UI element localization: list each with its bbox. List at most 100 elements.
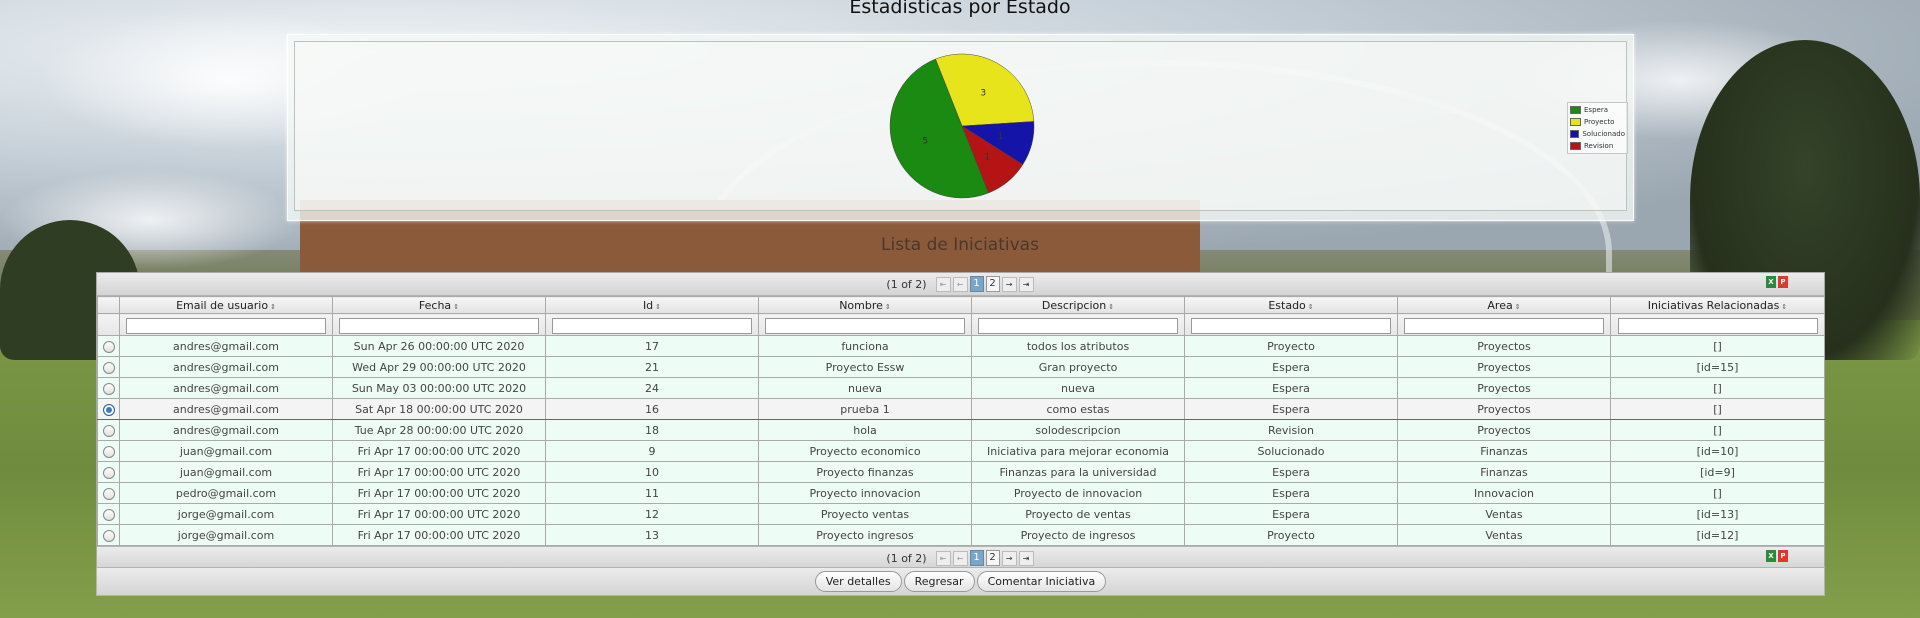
back-button[interactable]: Regresar — [903, 571, 975, 592]
row-radio-button[interactable] — [102, 382, 115, 395]
page-2-button[interactable]: 2 — [985, 550, 1000, 566]
legend-swatch — [1570, 130, 1580, 138]
last-page-button[interactable]: ⇥ — [1018, 550, 1034, 566]
table-cell: Sun Apr 26 00:00:00 UTC 2020 — [332, 335, 546, 357]
table-row[interactable]: pedro@gmail.com Fri Apr 17 00:00:00 UTC 2… — [97, 482, 1825, 504]
table-row[interactable]: jorge@gmail.com Fri Apr 17 00:00:00 UTC 2… — [97, 524, 1825, 546]
table-cell: Iniciativa para mejorar economia — [971, 440, 1185, 462]
table-cell: Proyectos — [1397, 356, 1611, 378]
row-radio-button[interactable] — [102, 340, 115, 353]
table-cell: Fri Apr 17 00:00:00 UTC 2020 — [332, 524, 546, 546]
row-select-cell — [97, 524, 120, 546]
column-header-label: Area — [1487, 298, 1513, 312]
legend-swatch — [1570, 118, 1581, 126]
column-filter-input[interactable] — [1617, 317, 1818, 334]
comment-initiative-button[interactable]: Comentar Iniciativa — [976, 571, 1107, 592]
excel-export-icon[interactable]: X — [1766, 276, 1776, 288]
table-cell: juan@gmail.com — [119, 461, 333, 483]
first-page-button[interactable]: ⇤ — [935, 276, 951, 292]
sort-icon[interactable]: ⇕ — [1108, 303, 1114, 311]
column-header[interactable]: Area ⇕ — [1397, 296, 1611, 314]
last-page-button[interactable]: ⇥ — [1018, 276, 1034, 292]
table-cell: [id=9] — [1610, 461, 1825, 483]
column-header[interactable]: Email de usuario ⇕ — [119, 296, 333, 314]
filter-cell — [1610, 313, 1825, 336]
table-cell: jorge@gmail.com — [119, 503, 333, 525]
column-filter-input[interactable] — [1191, 317, 1391, 334]
column-filter-input[interactable] — [978, 317, 1178, 334]
table-cell: Ventas — [1397, 503, 1611, 525]
table-row[interactable]: andres@gmail.com Sun Apr 26 00:00:00 UTC … — [97, 335, 1825, 357]
column-header[interactable]: Estado ⇕ — [1184, 296, 1398, 314]
legend-label: Proyecto — [1584, 118, 1615, 126]
table-cell: [] — [1610, 398, 1825, 420]
table-row[interactable]: jorge@gmail.com Fri Apr 17 00:00:00 UTC 2… — [97, 503, 1825, 525]
table-cell: andres@gmail.com — [119, 398, 333, 420]
next-page-button[interactable]: → — [1001, 550, 1017, 566]
table-cell: 18 — [545, 419, 759, 441]
page-title: Estadisticas por Estado — [849, 0, 1071, 18]
column-filter-input[interactable] — [339, 317, 539, 334]
table-cell: 21 — [545, 356, 759, 378]
row-radio-button[interactable] — [102, 424, 115, 437]
page-2-button[interactable]: 2 — [985, 276, 1000, 292]
row-radio-button[interactable] — [102, 361, 115, 374]
table-cell: [] — [1610, 377, 1825, 399]
column-filter-input[interactable] — [126, 317, 326, 334]
table-row[interactable]: andres@gmail.com Tue Apr 28 00:00:00 UTC … — [97, 419, 1825, 441]
column-filter-input[interactable] — [552, 317, 752, 334]
table-row[interactable]: andres@gmail.com Wed Apr 29 00:00:00 UTC … — [97, 356, 1825, 378]
pdf-export-icon[interactable]: P — [1778, 550, 1788, 562]
column-filter-input[interactable] — [1404, 317, 1604, 334]
legend-label: Espera — [1584, 106, 1608, 114]
pie-slice-label: 3 — [980, 89, 986, 99]
sort-icon[interactable]: ⇕ — [453, 303, 459, 311]
table-cell: Wed Apr 29 00:00:00 UTC 2020 — [332, 356, 546, 378]
sort-icon[interactable]: ⇕ — [270, 303, 276, 311]
prev-page-button[interactable]: ← — [952, 276, 968, 292]
sort-icon[interactable]: ⇕ — [885, 303, 891, 311]
first-page-button[interactable]: ⇤ — [935, 550, 951, 566]
table-cell: Espera — [1184, 461, 1398, 483]
column-header[interactable]: Descripcion ⇕ — [971, 296, 1185, 314]
row-radio-button[interactable] — [102, 403, 115, 416]
row-radio-button[interactable] — [102, 466, 115, 479]
view-details-button[interactable]: Ver detalles — [814, 571, 902, 592]
column-filter-input[interactable] — [765, 317, 965, 334]
row-radio-button[interactable] — [102, 445, 115, 458]
column-header-label: Email de usuario — [176, 298, 269, 312]
table-row[interactable]: andres@gmail.com Sat Apr 18 00:00:00 UTC … — [97, 398, 1825, 420]
legend-label: Revision — [1584, 142, 1614, 150]
prev-page-button[interactable]: ← — [952, 550, 968, 566]
page-1-button[interactable]: 1 — [969, 276, 984, 292]
sort-icon[interactable]: ⇕ — [1515, 303, 1521, 311]
table-cell: juan@gmail.com — [119, 440, 333, 462]
table-cell: Espera — [1184, 356, 1398, 378]
column-header[interactable]: Id ⇕ — [545, 296, 759, 314]
table-cell: Proyectos — [1397, 419, 1611, 441]
sort-icon[interactable]: ⇕ — [655, 303, 661, 311]
column-header[interactable]: Nombre ⇕ — [758, 296, 972, 314]
row-radio-button[interactable] — [102, 487, 115, 500]
row-radio-button[interactable] — [102, 529, 115, 542]
column-header[interactable]: Iniciativas Relacionadas ⇕ — [1610, 296, 1825, 314]
table-row[interactable]: juan@gmail.com Fri Apr 17 00:00:00 UTC 20… — [97, 461, 1825, 483]
sort-icon[interactable]: ⇕ — [1781, 303, 1787, 311]
table-row[interactable]: andres@gmail.com Sun May 03 00:00:00 UTC … — [97, 377, 1825, 399]
row-select-cell — [97, 335, 120, 357]
table-cell: pedro@gmail.com — [119, 482, 333, 504]
table-cell: Proyectos — [1397, 377, 1611, 399]
filter-cell — [545, 313, 759, 336]
table-cell: Proyecto Essw — [758, 356, 972, 378]
pdf-export-icon[interactable]: P — [1778, 276, 1788, 288]
table-row[interactable]: juan@gmail.com Fri Apr 17 00:00:00 UTC 20… — [97, 440, 1825, 462]
table-cell: Proyecto de ingresos — [971, 524, 1185, 546]
table-cell: andres@gmail.com — [119, 356, 333, 378]
next-page-button[interactable]: → — [1001, 276, 1017, 292]
row-radio-button[interactable] — [102, 508, 115, 521]
page-1-button[interactable]: 1 — [969, 550, 984, 566]
sort-icon[interactable]: ⇕ — [1308, 303, 1314, 311]
paginator-top: (1 of 2) ⇤ ← 1 2 → ⇥ X P — [97, 273, 1824, 296]
column-header[interactable]: Fecha ⇕ — [332, 296, 546, 314]
excel-export-icon[interactable]: X — [1766, 550, 1776, 562]
